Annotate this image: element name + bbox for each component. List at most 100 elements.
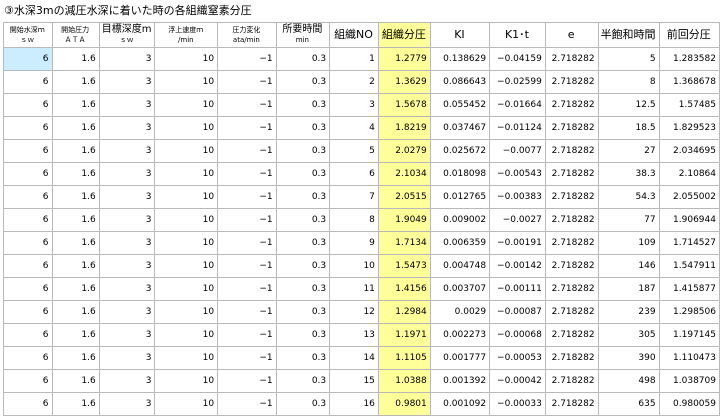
table-cell[interactable]: 10 (154, 116, 219, 140)
table-cell[interactable]: 1.6 (51, 47, 100, 71)
table-cell[interactable]: 0.3 (275, 231, 331, 255)
table-cell[interactable]: 0.003707 (429, 277, 491, 301)
table-cell[interactable]: 1.6 (51, 392, 100, 416)
table-cell[interactable]: 6 (3, 231, 53, 255)
table-cell[interactable]: 1.6 (51, 254, 100, 278)
table-cell[interactable]: 10 (154, 70, 219, 94)
table-cell[interactable]: −0.00068 (489, 323, 546, 347)
table-cell[interactable]: −0.00087 (489, 300, 546, 324)
table-cell[interactable]: 0.001777 (429, 346, 491, 370)
table-cell[interactable]: −0.01664 (489, 93, 546, 117)
table-cell[interactable]: 10 (154, 139, 219, 163)
table-cell[interactable]: 10 (329, 254, 379, 278)
table-cell[interactable]: 3 (98, 93, 156, 117)
table-cell[interactable]: −1 (217, 70, 277, 94)
table-cell[interactable]: 0.3 (275, 277, 331, 301)
table-cell[interactable]: 1.547911 (658, 254, 720, 278)
table-cell[interactable]: 0.086643 (429, 70, 491, 94)
table-cell[interactable]: 13 (329, 323, 379, 347)
table-cell[interactable]: 2.718282 (544, 139, 599, 163)
table-cell[interactable]: 0.055452 (429, 93, 491, 117)
table-cell[interactable]: 1.906944 (658, 208, 720, 232)
table-cell[interactable]: 10 (154, 185, 219, 209)
table-cell[interactable]: 0.3 (275, 139, 331, 163)
table-cell[interactable]: 0.9801 (377, 392, 431, 416)
table-cell[interactable]: 10 (154, 392, 219, 416)
table-cell[interactable]: 6 (3, 369, 53, 393)
table-cell[interactable]: 0.3 (275, 70, 331, 94)
table-cell[interactable]: 0.3 (275, 323, 331, 347)
table-cell[interactable]: −1 (217, 254, 277, 278)
table-cell[interactable]: −1 (217, 369, 277, 393)
table-cell[interactable]: 6 (3, 254, 53, 278)
table-cell[interactable]: 6 (3, 346, 53, 370)
table-cell[interactable]: −0.0077 (489, 139, 546, 163)
table-cell[interactable]: 3 (98, 162, 156, 186)
header-cell[interactable]: 組織分圧 (377, 22, 431, 48)
table-cell[interactable]: −0.00191 (489, 231, 546, 255)
table-cell[interactable]: −0.00142 (489, 254, 546, 278)
table-cell[interactable]: 0.138629 (429, 47, 491, 71)
table-cell[interactable]: 2.718282 (544, 208, 599, 232)
table-cell[interactable]: 2.0279 (377, 139, 431, 163)
table-cell[interactable]: 1.298506 (658, 300, 720, 324)
table-cell[interactable]: 3 (98, 300, 156, 324)
table-cell[interactable]: 0.004748 (429, 254, 491, 278)
table-cell[interactable]: −1 (217, 323, 277, 347)
header-cell[interactable]: 前回分圧 (658, 22, 720, 48)
table-cell[interactable]: 2.718282 (544, 93, 599, 117)
table-cell[interactable]: 1.6 (51, 323, 100, 347)
table-cell[interactable]: 0.980059 (658, 392, 720, 416)
table-cell[interactable]: 10 (154, 300, 219, 324)
table-cell[interactable]: 2.718282 (544, 231, 599, 255)
table-cell[interactable]: −0.01124 (489, 116, 546, 140)
table-cell[interactable]: 6 (3, 93, 53, 117)
table-cell[interactable]: 1.2779 (377, 47, 431, 71)
table-cell[interactable]: 1.6 (51, 70, 100, 94)
table-cell[interactable]: 1.038709 (658, 369, 720, 393)
table-cell[interactable]: 1.6 (51, 139, 100, 163)
table-cell[interactable]: 10 (154, 231, 219, 255)
table-cell[interactable]: 9 (329, 231, 379, 255)
table-cell[interactable]: 0.001092 (429, 392, 491, 416)
table-cell[interactable]: 2.718282 (544, 162, 599, 186)
table-cell[interactable]: 3 (98, 47, 156, 71)
table-cell[interactable]: 2.055002 (658, 185, 720, 209)
table-cell[interactable]: 6 (329, 162, 379, 186)
table-cell[interactable]: 5 (597, 47, 660, 71)
header-cell[interactable]: e (544, 22, 599, 48)
table-cell[interactable]: 1.6 (51, 277, 100, 301)
table-cell[interactable]: 1.6 (51, 208, 100, 232)
table-cell[interactable]: 27 (597, 139, 660, 163)
table-cell[interactable]: −0.00111 (489, 277, 546, 301)
table-cell[interactable]: 6 (3, 47, 53, 71)
table-cell[interactable]: 1.5473 (377, 254, 431, 278)
table-cell[interactable]: −0.00042 (489, 369, 546, 393)
table-cell[interactable]: 2.034695 (658, 139, 720, 163)
table-cell[interactable]: −1 (217, 277, 277, 301)
header-cell[interactable]: 圧力変化 ata/min (217, 22, 277, 48)
table-cell[interactable]: 1.415877 (658, 277, 720, 301)
table-cell[interactable]: −1 (217, 300, 277, 324)
table-cell[interactable]: −1 (217, 392, 277, 416)
table-cell[interactable]: 2.718282 (544, 47, 599, 71)
table-cell[interactable]: 635 (597, 392, 660, 416)
header-cell[interactable]: 浮上速度ｍ/min (154, 22, 219, 48)
table-cell[interactable]: 6 (3, 323, 53, 347)
table-cell[interactable]: 10 (154, 93, 219, 117)
table-cell[interactable]: 1.6 (51, 116, 100, 140)
table-cell[interactable]: 6 (3, 185, 53, 209)
table-cell[interactable]: 77 (597, 208, 660, 232)
table-cell[interactable]: 0.3 (275, 346, 331, 370)
table-cell[interactable]: 3 (98, 70, 156, 94)
table-cell[interactable]: 1.1105 (377, 346, 431, 370)
table-cell[interactable]: 0.3 (275, 47, 331, 71)
table-cell[interactable]: 6 (3, 162, 53, 186)
table-cell[interactable]: 38.3 (597, 162, 660, 186)
table-cell[interactable]: 3 (98, 277, 156, 301)
table-cell[interactable]: 0.3 (275, 254, 331, 278)
table-cell[interactable]: 18.5 (597, 116, 660, 140)
table-cell[interactable]: 3 (98, 369, 156, 393)
table-cell[interactable]: 0.3 (275, 116, 331, 140)
table-cell[interactable]: 8 (597, 70, 660, 94)
